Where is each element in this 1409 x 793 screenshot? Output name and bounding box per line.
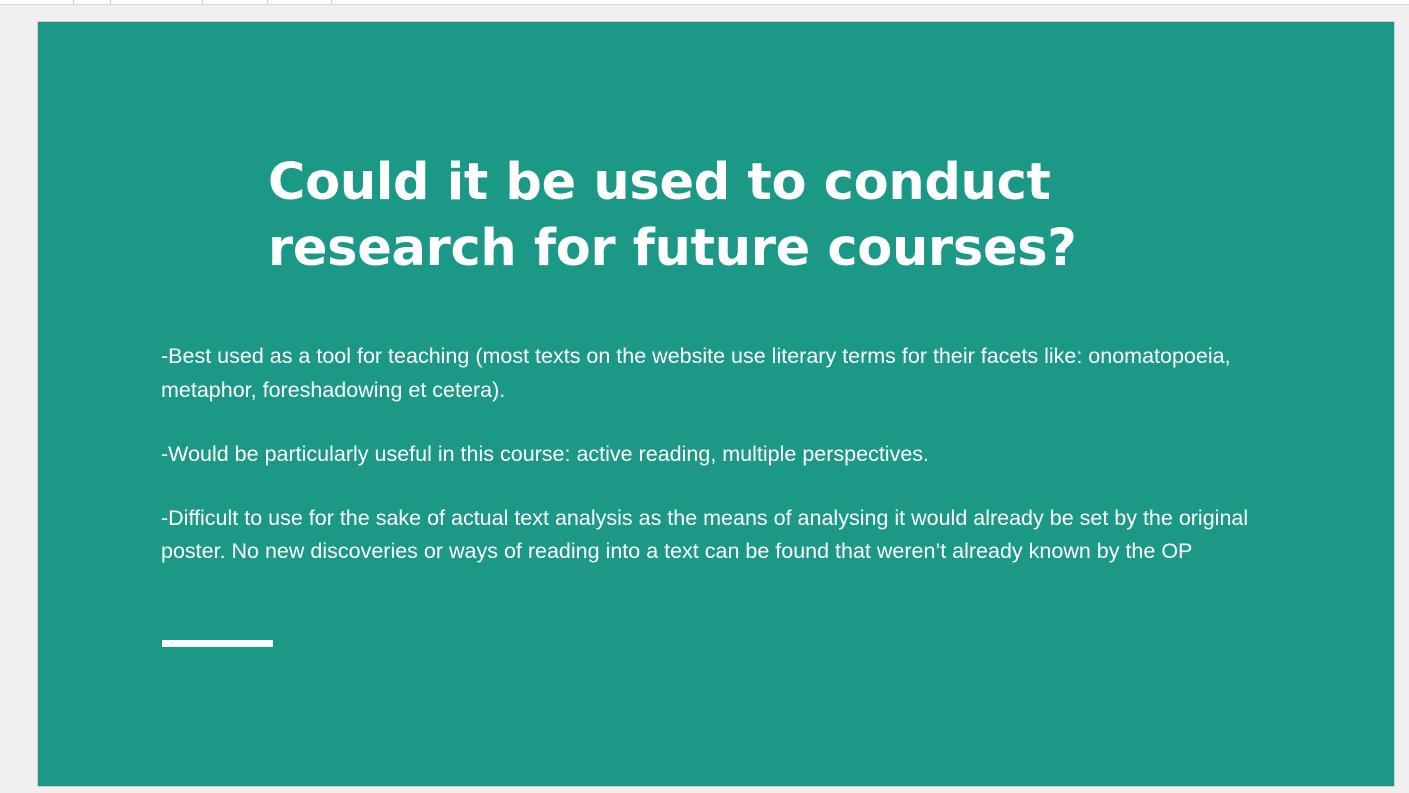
ruler-divider	[202, 0, 203, 4]
ruler-strip	[0, 0, 1409, 5]
ruler-divider	[110, 0, 111, 4]
slide-canvas[interactable]: Could it be used to conduct research for…	[38, 22, 1394, 786]
bullet-paragraph: -Difficult to use for the sake of actual…	[161, 505, 1249, 564]
slide-body-text[interactable]: -Best used as a tool for teaching (most …	[161, 340, 1261, 599]
bullet-paragraph: -Best used as a tool for teaching (most …	[161, 344, 1231, 402]
accent-divider	[162, 640, 273, 647]
bullet-paragraph: -Would be particularly useful in this co…	[161, 441, 929, 466]
slide-title[interactable]: Could it be used to conduct research for…	[268, 150, 1088, 282]
ruler-divider	[331, 0, 332, 4]
ruler-divider	[267, 0, 268, 4]
ruler-divider	[73, 0, 74, 4]
